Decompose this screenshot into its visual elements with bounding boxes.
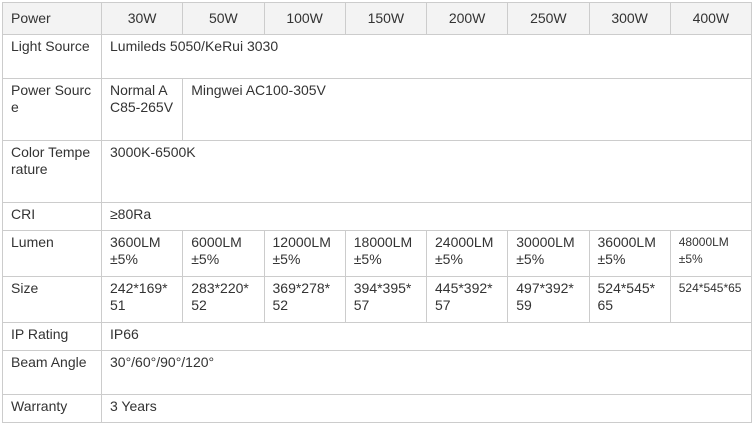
row-power-source: Power Source Normal AC85-265V Mingwei AC…: [2, 78, 752, 141]
size-200w: 445*392*57: [425, 276, 509, 323]
label-color-temperature: Color Temperature: [2, 140, 102, 203]
header-250w: 250W: [507, 2, 590, 35]
value-color-temperature: 3000K-6500K: [101, 140, 752, 203]
label-light-source: Light Source: [2, 34, 102, 79]
lumen-30w: 3600LM ±5%: [100, 230, 184, 277]
header-150w: 150W: [344, 2, 428, 35]
row-size: Size 242*169*51 283*220*52 369*278*52 39…: [2, 276, 753, 323]
value-light-source: Lumileds 5050/KeRui 3030: [101, 34, 752, 79]
row-lumen: Lumen 3600LM ±5% 6000LM ±5% 12000LM±5% 1…: [2, 230, 753, 277]
header-200w: 200W: [425, 2, 509, 35]
label-ip-rating: IP Rating: [2, 322, 102, 351]
row-cri: CRI ≥80Ra: [2, 202, 752, 231]
header-100w: 100W: [263, 2, 346, 35]
header-50w: 50W: [182, 2, 265, 35]
value-power-source: Mingwei AC100-305V: [182, 78, 752, 141]
size-400w: 524*545*65: [669, 276, 753, 323]
value-cri: ≥80Ra: [101, 202, 752, 231]
size-50w: 283*220*52: [182, 276, 265, 323]
header-power: Power: [2, 2, 102, 35]
value-beam-angle: 30°/60°/90°/120°: [101, 350, 752, 395]
row-warranty: Warranty 3 Years: [2, 394, 752, 423]
label-beam-angle: Beam Angle: [2, 350, 102, 395]
lumen-50w: 6000LM ±5%: [182, 230, 265, 277]
header-30w: 30W: [100, 2, 184, 35]
spec-table: Power 30W 50W 100W 150W 200W 250W 300W 4…: [2, 2, 753, 423]
label-lumen: Lumen: [2, 230, 102, 277]
header-400w: 400W: [669, 2, 753, 35]
size-150w: 394*395*57: [344, 276, 428, 323]
lumen-200w: 24000LM±5%: [425, 230, 509, 277]
label-warranty: Warranty: [2, 394, 102, 423]
lumen-400w: 48000LM±5%: [669, 230, 753, 277]
lumen-250w: 30000LM±5%: [507, 230, 590, 277]
value-ip-rating: IP66: [101, 322, 752, 351]
row-light-source: Light Source Lumileds 5050/KeRui 3030: [2, 34, 752, 79]
label-power-source: Power Source: [2, 78, 102, 141]
row-color-temperature: Color Temperature 3000K-6500K: [2, 140, 752, 203]
lumen-150w: 18000LM±5%: [344, 230, 428, 277]
row-beam-angle: Beam Angle 30°/60°/90°/120°: [2, 350, 752, 395]
size-300w: 524*545*65: [588, 276, 671, 323]
size-100w: 369*278*52: [263, 276, 346, 323]
value-power-source-normal: Normal AC85-265V: [100, 78, 184, 141]
lumen-100w: 12000LM±5%: [263, 230, 346, 277]
size-250w: 497*392*59: [507, 276, 590, 323]
lumen-300w: 36000LM±5%: [588, 230, 671, 277]
size-30w: 242*169*51: [100, 276, 184, 323]
header-300w: 300W: [588, 2, 671, 35]
label-cri: CRI: [2, 202, 102, 231]
header-row: Power 30W 50W 100W 150W 200W 250W 300W 4…: [2, 2, 753, 35]
row-ip-rating: IP Rating IP66: [2, 322, 752, 351]
value-warranty: 3 Years: [101, 394, 752, 423]
label-size: Size: [2, 276, 102, 323]
